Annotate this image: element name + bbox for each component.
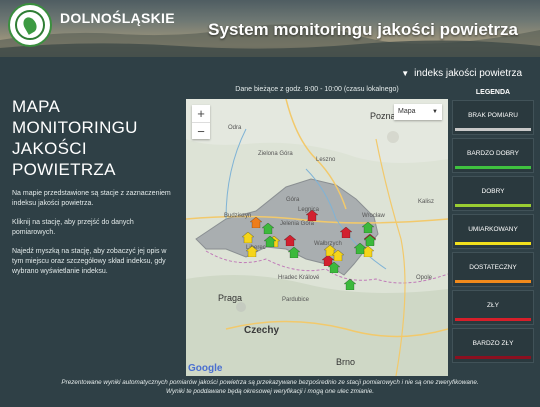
panel-paragraph: Kliknij na stację, aby przejść do danych… [12,219,134,236]
legend-label: BARDZO DOBRY [467,150,519,157]
station-green[interactable] [288,247,300,258]
station-map[interactable]: Poznań Odra Zielona Góra Leszno Góra Leg… [186,99,448,376]
legend-item-brak-pomiaru: BRAK POMIARU [452,100,534,135]
legend-color-bar [455,204,531,207]
map-label-jelenia-gora: Jelenia Góra [280,221,315,227]
map-label-gora: Góra [286,197,300,203]
map-label-kalisz: Kalisz [418,199,435,205]
index-toggle-label: indeks jakości powietrza [414,68,522,79]
legend-item-bardzo-dobry: BARDZO DOBRY [452,138,534,173]
map-label-zielona-gora: Zielona Góra [258,151,293,157]
map-label-budziszyn: Budziszyn [224,213,252,219]
station-red[interactable] [340,227,352,238]
legend-item-bardzo-zly: BARDZO ZŁY [452,328,534,363]
legend-title: LEGENDA [475,89,511,96]
station-orange[interactable] [250,217,262,228]
station-green[interactable] [262,223,274,234]
chevron-down-icon: ▼ [432,109,438,115]
panel-paragraph: Na mapie przedstawione są stacje z zazna… [12,190,171,207]
legend-label: ZŁY [487,302,499,309]
disclaimer-line-2: Wyniki te poddawane będą okresowej weryf… [166,388,374,395]
disclaimer-line-1: Prezentowane wyniki automatycznych pomia… [61,379,479,386]
legend-label: DOBRY [481,188,505,195]
station-green[interactable] [344,279,356,290]
station-green[interactable] [362,222,374,233]
legend-color-bar [455,356,531,359]
station-green[interactable] [354,243,366,254]
map-label-wroclaw: Wrocław [362,213,385,219]
station-green[interactable] [328,262,340,273]
legend-item-dostateczny: DOSTATECZNY [452,252,534,287]
legend-panel: LEGENDA BRAK POMIARU BARDZO DOBRY DOBRY … [452,86,534,376]
map-type-select[interactable]: Mapa ▼ [394,104,442,120]
map-label-pardubice: Pardubice [282,297,310,303]
legend-label: BRAK POMIARU [468,112,518,119]
google-logo: Google [188,363,223,374]
station-yellow[interactable] [246,246,258,257]
station-green[interactable] [264,236,276,247]
page-title: System monitoringu jakości powietrza [208,20,518,39]
legend-item-zly: ZŁY [452,290,534,325]
map-type-label: Mapa [398,108,416,115]
legend-color-bar [455,318,531,321]
map-base [186,99,448,376]
triangle-down-icon: ▼ [401,69,410,78]
header-banner: DOLNOŚLĄSKIE System monitoringu jakości … [0,0,540,57]
legend-color-bar [455,280,531,283]
map-label-czechy: Czechy [244,325,280,336]
map-label-odra: Odra [228,125,242,131]
panel-title: MAPA MONITORINGU JAKOŚCI POWIETRZA [12,97,138,179]
map-label-opole: Opole [416,275,433,281]
logo-icon[interactable] [8,3,52,47]
station-red[interactable] [306,210,318,221]
map-caption: Dane bieżące z godz. 9:00 - 10:00 (czasu… [235,86,399,93]
zoom-out-button[interactable]: − [192,122,210,139]
map-label-leszno: Leszno [316,157,336,163]
legend-label: UMIARKOWANY [468,226,518,233]
station-yellow[interactable] [332,250,344,261]
map-label-hradec: Hradec Králové [278,275,320,281]
legend-color-bar [455,242,531,245]
legend-label: DOSTATECZNY [469,264,517,271]
zoom-in-button[interactable]: + [192,105,210,122]
index-toggle-button[interactable]: ▼ indeks jakości powietrza [401,68,522,79]
legend-color-bar [455,166,531,169]
zoom-control: + − [192,105,210,139]
map-label-praga: Praga [218,293,243,303]
legend-item-umiarkowany: UMIARKOWANY [452,214,534,249]
info-panel: MAPA MONITORINGU JAKOŚCI POWIETRZA Na ma… [0,86,182,376]
legend-label: BARDZO ZŁY [472,340,514,347]
disclaimer-footer: Prezentowane wyniki automatycznych pomia… [0,376,540,407]
station-yellow[interactable] [242,232,254,243]
map-label-brno: Brno [336,357,356,367]
panel-paragraph: Najedź myszką na stację, aby zobaczyć je… [12,248,167,275]
region-name: DOLNOŚLĄSKIE [60,10,175,26]
legend-color-bar [455,128,531,131]
legend-item-dobry: DOBRY [452,176,534,211]
station-red[interactable] [284,235,296,246]
